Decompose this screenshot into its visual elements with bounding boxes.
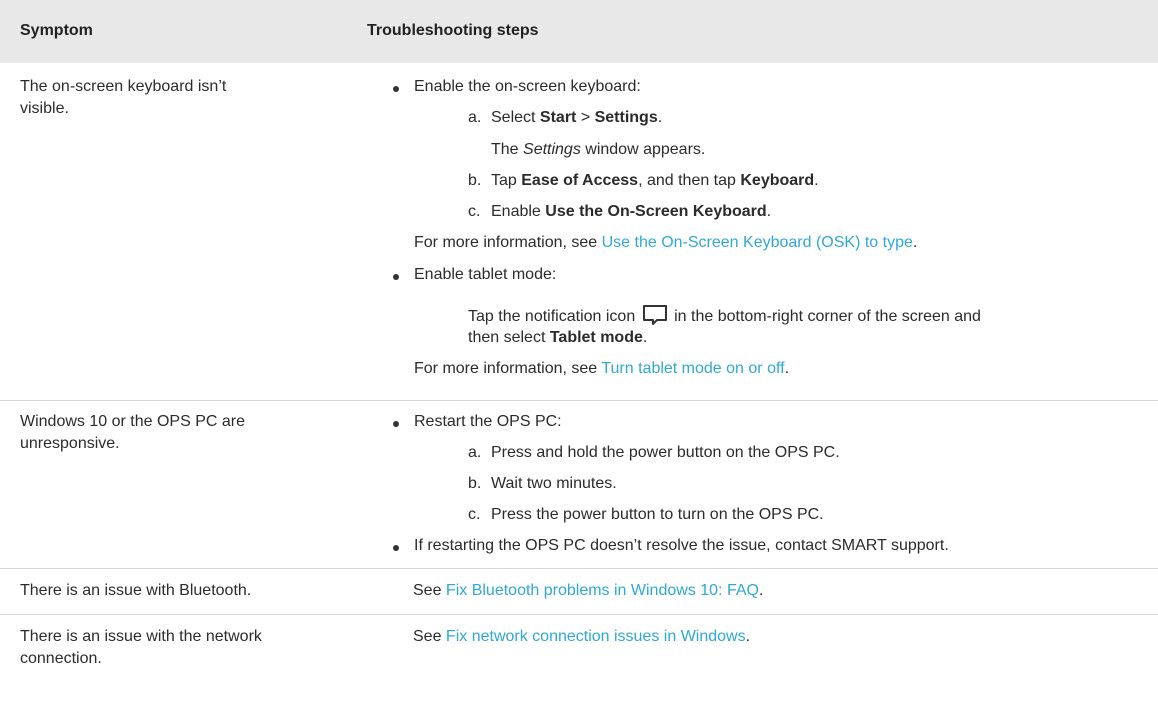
step-text: then select Tablet mode.	[468, 329, 648, 346]
tablet-mode-link[interactable]: Turn tablet mode on or off	[601, 360, 784, 377]
network-link[interactable]: Fix network connection issues in Windows	[446, 628, 746, 645]
step-text: Select Start > Settings.	[491, 109, 663, 126]
symptom-text: connection.	[20, 650, 102, 667]
bullet	[393, 421, 399, 427]
step-text: Press and hold the power button on the O…	[491, 444, 840, 461]
table-header: Symptom Troubleshooting steps	[0, 0, 1158, 63]
header-symptom: Symptom	[20, 22, 93, 39]
symptom-text: Windows 10 or the OPS PC are	[20, 413, 245, 430]
step-text: Tap the notification icon in the bottom-…	[468, 303, 981, 328]
symptom-text: There is an issue with the network	[20, 628, 262, 645]
notification-icon	[642, 305, 667, 325]
step-prefix: a.	[468, 444, 482, 461]
step-text: Enable Use the On-Screen Keyboard.	[491, 203, 772, 220]
step-text: Enable the on-screen keyboard:	[414, 78, 641, 95]
step-prefix: c.	[468, 506, 481, 523]
row-separator	[0, 568, 1158, 569]
step-prefix: a.	[468, 109, 482, 126]
step-text: Press the power button to turn on the OP…	[491, 506, 824, 523]
step-text: Enable tablet mode:	[414, 266, 557, 283]
see-text: See Fix Bluetooth problems in Windows 10…	[413, 582, 764, 599]
symptom-cell: There is an issue with the network conne…	[20, 626, 262, 670]
bullet	[393, 274, 399, 280]
step-prefix: c.	[468, 203, 481, 220]
symptom-cell: Windows 10 or the OPS PC are unresponsiv…	[20, 411, 245, 455]
more-info: For more information, see Use the On-Scr…	[414, 234, 918, 251]
bullet	[393, 86, 399, 92]
step-text: Restart the OPS PC:	[414, 413, 562, 430]
step-text: Tap Ease of Access, and then tap Keyboar…	[491, 172, 819, 189]
step-note: The Settings window appears.	[491, 141, 706, 158]
step-prefix: b.	[468, 475, 482, 492]
symptom-text: visible.	[20, 100, 69, 117]
symptom-text: unresponsive.	[20, 435, 120, 452]
symptom-text: There is an issue with Bluetooth.	[20, 582, 252, 599]
step-text: If restarting the OPS PC doesn’t resolve…	[414, 537, 949, 554]
step-text: Wait two minutes.	[491, 475, 617, 492]
step-prefix: b.	[468, 172, 482, 189]
see-text: See Fix network connection issues in Win…	[413, 628, 751, 645]
symptom-cell: The on-screen keyboard isn’t visible.	[20, 76, 226, 120]
bluetooth-link[interactable]: Fix Bluetooth problems in Windows 10: FA…	[446, 582, 759, 599]
bullet	[393, 545, 399, 551]
more-info: For more information, see Turn tablet mo…	[414, 360, 790, 377]
symptom-text: The on-screen keyboard isn’t	[20, 78, 227, 95]
header-steps: Troubleshooting steps	[367, 22, 539, 39]
row-separator	[0, 614, 1158, 615]
osk-link[interactable]: Use the On-Screen Keyboard (OSK) to type	[602, 234, 913, 251]
row-separator	[0, 400, 1158, 401]
